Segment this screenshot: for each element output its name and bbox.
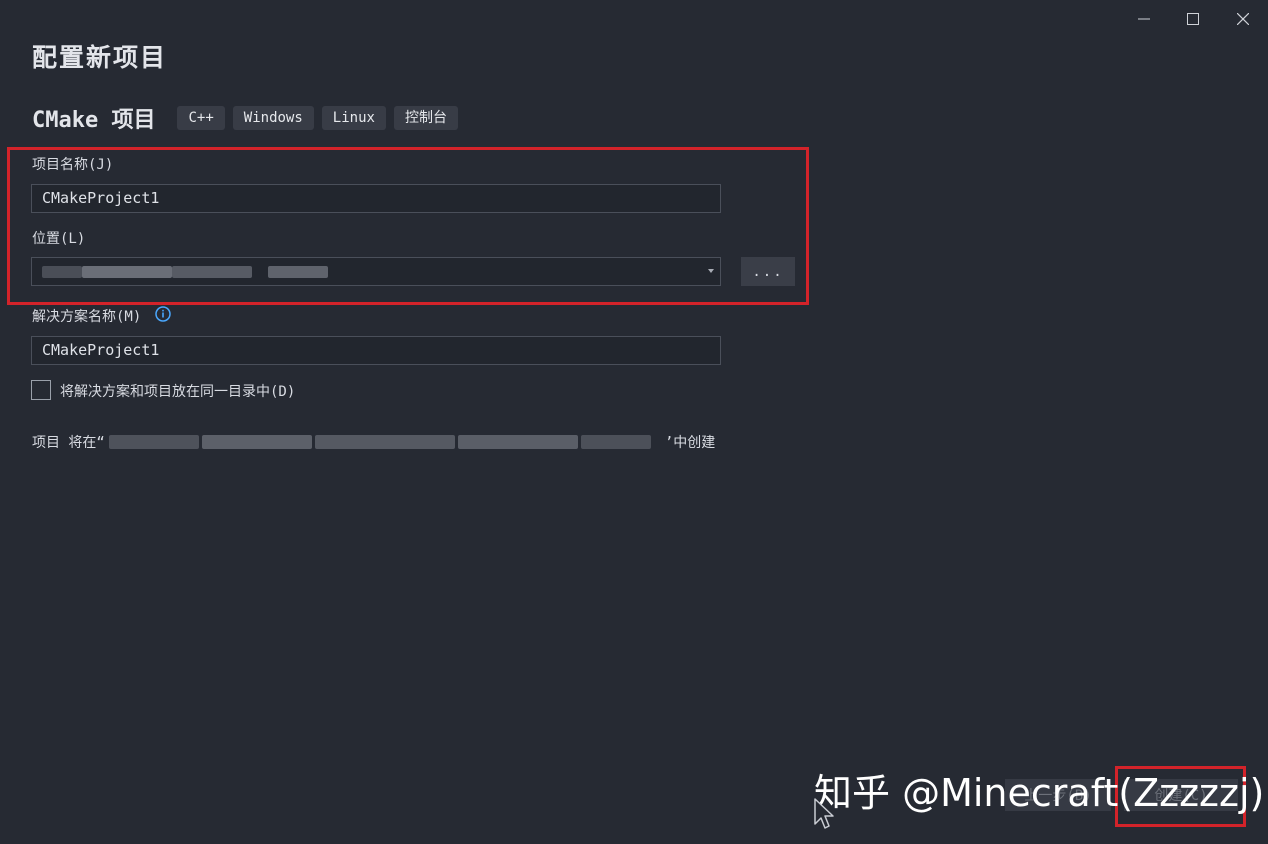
info-icon[interactable] bbox=[155, 306, 171, 322]
template-name: CMake 项目 bbox=[32, 108, 156, 133]
tag-linux: Linux bbox=[321, 106, 386, 130]
creation-path-prefix: 项目 将在“ bbox=[32, 435, 105, 451]
configure-project-window: 配置新项目 CMake 项目 C++ Windows Linux 控制台 项目名… bbox=[0, 0, 1268, 844]
redacted-path bbox=[108, 435, 657, 449]
creation-path-text: 项目 将在“ ’中创建 bbox=[32, 432, 715, 452]
solution-name-input[interactable]: CMakeProject1 bbox=[31, 336, 721, 365]
watermark: 知乎 @Minecraft(Zzzzzj) bbox=[814, 771, 1265, 815]
solution-name-label: 解决方案名称(M) bbox=[32, 309, 142, 325]
tag-windows: Windows bbox=[232, 106, 314, 130]
mouse-cursor-icon bbox=[814, 798, 834, 829]
maximize-button[interactable] bbox=[1170, 4, 1216, 34]
tag-console: 控制台 bbox=[393, 106, 458, 130]
tag-cpp: C++ bbox=[177, 106, 225, 130]
close-icon bbox=[1237, 13, 1249, 25]
minimize-icon bbox=[1138, 18, 1150, 20]
creation-path-suffix: ’中创建 bbox=[664, 435, 716, 451]
same-directory-label: 将解决方案和项目放在同一目录中(D) bbox=[60, 384, 296, 400]
page-title: 配置新项目 bbox=[32, 43, 168, 72]
maximize-icon bbox=[1187, 13, 1199, 25]
same-directory-checkbox[interactable] bbox=[31, 380, 51, 400]
highlight-box bbox=[7, 147, 809, 305]
minimize-button[interactable] bbox=[1121, 4, 1167, 34]
close-button[interactable] bbox=[1220, 4, 1266, 34]
template-header: CMake 项目 C++ Windows Linux 控制台 bbox=[32, 102, 466, 134]
